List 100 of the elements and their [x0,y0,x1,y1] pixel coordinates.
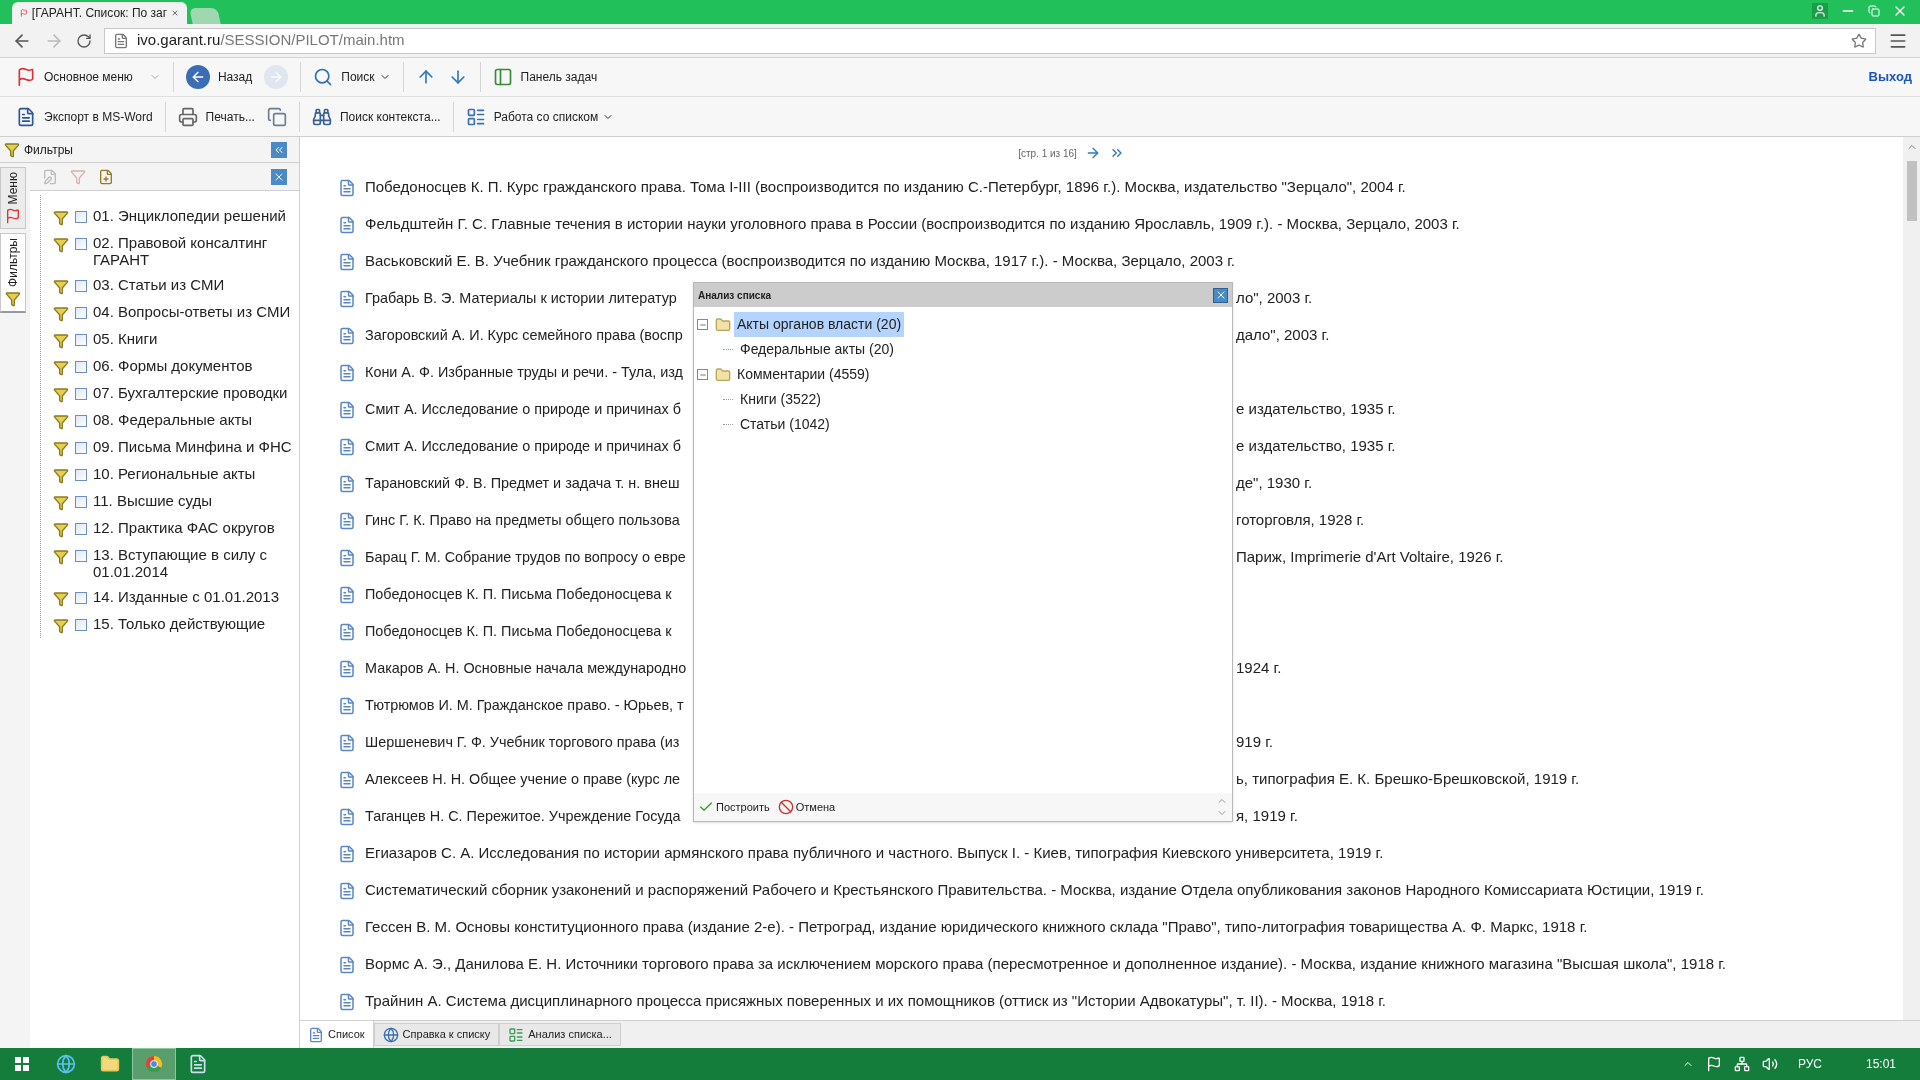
toolbar-button[interactable]: Экспорт в MS-Word [12,102,157,131]
document-link[interactable]: Тютрюмов И. М. Гражданское право. - Юрьев, т [365,694,684,717]
close-panel-button[interactable] [271,168,287,185]
exit-link[interactable]: Выход [1868,67,1912,87]
document-link[interactable]: Трайнин А. Система дисциплинарного процесса присяжных поверенных и их помощников (оттиск из "Истории Адвокатуры", т. II). - Москва, 1918 г. [365,990,1386,1013]
filter-label[interactable]: 13. Вступающие в силу с 01.01.2014 [93,546,293,580]
document-link[interactable]: дало", 2003 г. [1236,324,1330,347]
filter-label[interactable]: 04. Вопросы-ответы из СМИ [93,303,293,320]
document-link[interactable]: е издательство, 1935 г. [1236,398,1396,421]
document-link[interactable]: 1924 г. [1236,657,1282,680]
close-dialog-button[interactable] [1213,287,1228,303]
scrollbar-thumb[interactable] [1906,161,1917,221]
document-link[interactable]: Егиазаров С. А. Исследования по истории армянского права публичного и частного. Выпуск I. - Киев, типография Киевского университета, 1919 г. [365,842,1384,865]
flag-icon[interactable] [1705,1056,1722,1072]
filter-checkbox[interactable] [75,211,87,223]
tree-node[interactable]: Акты органов власти (20) [734,312,905,337]
filter-checkbox[interactable] [75,592,87,604]
filter-checkbox[interactable] [75,307,87,319]
browser-tab[interactable]: [ГАРАНТ. Список: По заг [12,2,187,24]
side-tab[interactable]: Фильтры [0,233,26,314]
document-link[interactable]: Васьковский Е. В. Учебник гражданского процесса (воспроизводится по изданию Москва, 1917 г.). - Москва, Зерцало, 2003 г. [365,250,1235,273]
document-link[interactable]: я, 1919 г. [1236,805,1298,828]
expander-icon[interactable] [697,319,708,330]
side-tab[interactable]: Меню [0,167,26,230]
network-icon[interactable] [1733,1056,1750,1072]
filter-checkbox[interactable] [75,469,87,481]
filter-label[interactable]: 05. Книги [93,330,293,347]
tree-node[interactable]: Федеральные акты (20) [737,339,897,360]
filter-label[interactable]: 08. Федеральные акты [93,411,293,428]
address-field[interactable]: ivo.garant.ru/SESSION/PILOT/main.htm [104,27,1876,54]
document-link[interactable]: ь, типография Е. К. Брешко-Брешковской, 1919 г. [1236,768,1580,791]
expander-icon[interactable] [697,369,708,380]
scrollbar[interactable] [1903,137,1920,1020]
filter-label[interactable]: 12. Практика ФАС округов [93,519,293,536]
document-link[interactable]: Алексеев Н. Н. Общее учение о праве (курс ле [365,768,681,791]
document-link[interactable]: Загоровский А. И. Курс семейного права (воспр [365,324,683,347]
filter-checkbox[interactable] [75,550,87,562]
toolbar-button[interactable]: Поиск контекста... [307,102,445,131]
bottom-tab[interactable]: Справка к списку [373,1023,500,1046]
edit-icon[interactable] [42,168,58,185]
toolbar-button[interactable]: Назад [181,63,257,91]
build-button[interactable]: Построить [698,798,770,816]
document-link[interactable]: Победоносцев К. П. Курс гражданского права. Тома I-III (воспроизводится по изданию С.-Петербург, 1896 г.). Москва, издательство "Зерцало", 2004 г. [365,176,1406,199]
filter-checkbox[interactable] [75,388,87,400]
language-indicator[interactable]: РУС [1797,1055,1822,1073]
document-link[interactable]: Систематический сборник узаконений и распоряжений Рабочего и Крестьянского Правительства. - Москва, издание Отдела опубликования законов Народного Комиссариата Юстиции, 1919 г. [365,879,1704,902]
restore-icon[interactable] [1868,5,1880,17]
filter-label[interactable]: 03. Статьи из СМИ [93,276,293,293]
filter-checkbox[interactable] [75,415,87,427]
document-link[interactable]: Барац Г. М. Собрание трудов по вопросу о евре [365,546,686,569]
filter-label[interactable]: 07. Бухгалтерские проводки [93,384,293,401]
bottom-tab[interactable]: Анализ списка... [499,1023,621,1046]
taskbar-button[interactable] [132,1048,176,1080]
add-filter-icon[interactable] [98,168,114,185]
filter-checkbox[interactable] [75,238,87,250]
document-link[interactable]: готорговля, 1928 г. [1236,509,1365,532]
document-link[interactable]: Победоносцев К. П. Письма Победоносцева к [365,620,672,643]
filter-checkbox[interactable] [75,496,87,508]
cancel-button[interactable]: Отмена [777,798,836,816]
user-icon[interactable] [1812,3,1828,19]
document-link[interactable]: Шершеневич Г. Ф. Учебник торгового права (из [365,731,680,754]
document-link[interactable]: ло", 2003 г. [1236,287,1313,310]
document-link[interactable]: Тарановский Ф. В. Предмет и задача т. н. внеш [365,472,680,495]
filter-label[interactable]: 01. Энциклопедии решений [93,207,293,224]
filter-checkbox[interactable] [75,280,87,292]
document-link[interactable]: 919 г. [1236,731,1273,754]
filter-label[interactable]: 15. Только действующие [93,615,293,632]
tree-node[interactable]: Статьи (1042) [737,414,833,435]
bookmark-star-icon[interactable] [1851,32,1867,49]
document-link[interactable]: Смит А. Исследование о природе и причинах б [365,435,681,458]
reload-icon[interactable] [76,32,92,49]
bottom-tab[interactable]: Список [300,1021,374,1048]
filter-checkbox[interactable] [75,361,87,373]
toolbar-button[interactable]: Печать... [173,102,259,131]
filter-label[interactable]: 14. Изданные с 01.01.2013 [93,588,293,605]
menu-button[interactable]: Работа со списком [461,102,619,131]
menu-button[interactable]: Основное меню [12,63,165,91]
document-link[interactable]: Кони А. Ф. Избранные труды и речи. - Тула, изд [365,361,683,384]
tree-node[interactable]: Комментарии (4559) [734,362,873,387]
document-link[interactable]: Фельдштейн Г. С. Главные течения в истории науки уголовного права в России (воспроизводится по изданию Ярославль, 1909 г.). - Москва, Зерцало, 2003 г. [365,213,1460,236]
tree-node[interactable]: Книги (3522) [737,389,824,410]
filter-label[interactable]: 11. Высшие суды [93,492,293,509]
document-link[interactable]: е издательство, 1935 г. [1236,435,1396,458]
document-link[interactable]: Смит А. Исследование о природе и причинах б [365,398,681,421]
clock[interactable]: 15:01 [1865,1055,1896,1073]
document-link[interactable]: Победоносцев К. П. Письма Победоносцева к [365,583,672,606]
speaker-icon[interactable] [1761,1056,1778,1072]
document-link[interactable]: Вормс А. Э., Данилова Е. Н. Источники торгового права за исключением морского права (пересмотренное и дополненное издание). - Москва, издание книжного магазина "Высшая школа", 1918 г. [365,953,1727,976]
toolbar-button[interactable]: Панель задач [488,63,602,91]
document-link[interactable]: Таганцев Н. С. Пережитое. Учреждение Госуда [365,805,681,828]
document-link[interactable]: Грабарь В. Э. Материалы к истории литератур [365,287,677,310]
collapse-panel-button[interactable] [271,141,287,158]
document-link[interactable]: Париж, Imprimerie d'Art Voltaire, 1926 г. [1236,546,1504,569]
menu-button[interactable]: Поиск [309,63,395,91]
filter-label[interactable]: 02. Правовой консалтинг ГАРАНТ [93,234,293,268]
filter-checkbox[interactable] [75,334,87,346]
filter-label[interactable]: 09. Письма Минфина и ФНС [93,438,293,455]
filter-label[interactable]: 10. Региональные акты [93,465,293,482]
clear-filter-icon[interactable] [70,168,86,185]
filter-checkbox[interactable] [75,619,87,631]
